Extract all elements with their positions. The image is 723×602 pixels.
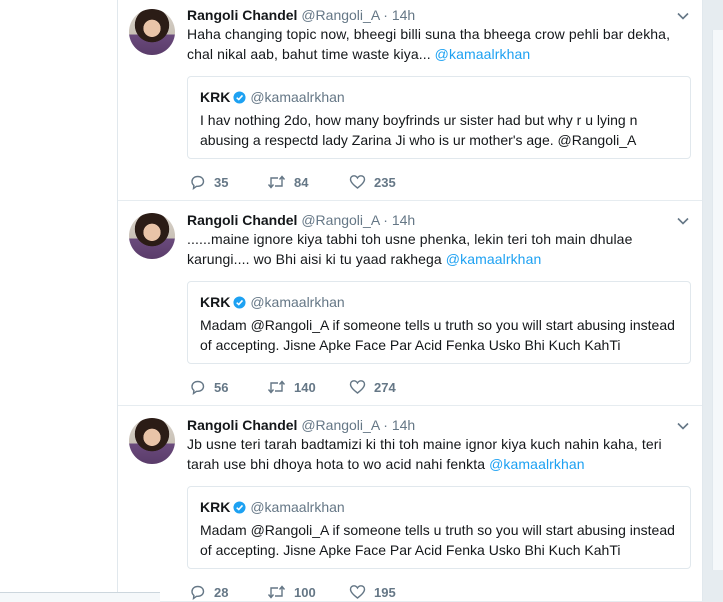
quoted-author-handle: @kamaalrkhan bbox=[250, 89, 345, 105]
reply-count: 56 bbox=[214, 380, 229, 395]
timestamp[interactable]: 14h bbox=[392, 417, 415, 433]
tweet-text-segment: Jb usne teri tarah badtamizi ki thi toh … bbox=[187, 436, 662, 452]
tweet-header: Rangoli Chandel @Rangoli_A · 14h bbox=[187, 6, 415, 24]
quoted-tweet[interactable]: KRK @kamaalrkhan Madam @Rangoli_A if some… bbox=[187, 486, 691, 569]
avatar[interactable] bbox=[129, 418, 175, 464]
right-sidebar-edge bbox=[712, 30, 723, 570]
quoted-text-line: abusing a respectd lady Zarina Ji who is… bbox=[200, 132, 637, 148]
tweet-text: Haha changing topic now, bheegi billi su… bbox=[187, 24, 677, 64]
quoted-tweet-header: KRK @kamaalrkhan bbox=[200, 293, 345, 311]
timeline: Rangoli Chandel @Rangoli_A · 14h Haha ch… bbox=[117, 0, 703, 601]
timestamp[interactable]: 14h bbox=[392, 7, 415, 23]
separator: · bbox=[383, 212, 388, 228]
chevron-down-icon[interactable] bbox=[676, 419, 690, 433]
quoted-text-line: of accepting. Jisne Apke Face Par Acid F… bbox=[200, 542, 621, 558]
author-handle[interactable]: @Rangoli_A bbox=[301, 212, 379, 228]
tweet-text-line: chal nikal aab, bahut time waste kiya...… bbox=[187, 44, 677, 64]
quoted-tweet[interactable]: KRK @kamaalrkhan I hav nothing 2do, how m… bbox=[187, 76, 691, 159]
tweet[interactable]: Rangoli Chandel @Rangoli_A · 14h ......m… bbox=[118, 200, 702, 406]
author-name[interactable]: Rangoli Chandel bbox=[187, 7, 297, 23]
like-button[interactable]: 195 bbox=[349, 584, 396, 601]
tweet-text-segment: ......maine ignore kiya tabhi toh usne p… bbox=[187, 231, 633, 247]
retweet-button[interactable]: 84 bbox=[267, 174, 308, 191]
reply-button[interactable]: 28 bbox=[189, 584, 228, 601]
like-button[interactable]: 274 bbox=[349, 379, 396, 396]
heart-icon bbox=[349, 585, 366, 599]
quoted-text-line: Madam @Rangoli_A if someone tells u trut… bbox=[200, 522, 675, 538]
like-count: 235 bbox=[374, 175, 396, 190]
verified-badge-icon bbox=[233, 296, 246, 309]
retweet-icon bbox=[267, 175, 286, 189]
like-button[interactable]: 235 bbox=[349, 174, 396, 191]
quoted-text-line: of accepting. Jisne Apke Face Par Acid F… bbox=[200, 337, 621, 353]
like-count: 195 bbox=[374, 585, 396, 600]
chevron-down-icon[interactable] bbox=[676, 214, 690, 228]
tweet-text-segment: Haha changing topic now, bheegi billi su… bbox=[187, 26, 671, 42]
tweet[interactable]: Rangoli Chandel @Rangoli_A · 14h Jb usne… bbox=[118, 405, 702, 601]
heart-icon bbox=[349, 380, 366, 394]
mention-link[interactable]: @kamaalrkhan bbox=[446, 251, 542, 267]
retweet-count: 100 bbox=[294, 585, 316, 600]
tweet-text: Jb usne teri tarah badtamizi ki thi toh … bbox=[187, 434, 687, 474]
reply-count: 35 bbox=[214, 175, 229, 190]
left-gutter bbox=[0, 0, 117, 601]
author-name[interactable]: Rangoli Chandel bbox=[187, 417, 297, 433]
quoted-tweet[interactable]: KRK @kamaalrkhan Madam @Rangoli_A if some… bbox=[187, 281, 691, 364]
reply-button[interactable]: 56 bbox=[189, 379, 228, 396]
separator: · bbox=[383, 417, 388, 433]
separator: · bbox=[383, 7, 388, 23]
tweet-text-line: Jb usne teri tarah badtamizi ki thi toh … bbox=[187, 434, 687, 454]
quoted-author-handle: @kamaalrkhan bbox=[250, 499, 345, 515]
verified-badge-icon bbox=[233, 91, 246, 104]
tweet-text-segment: tarah use bhi dhoya hota to wo acid nahi… bbox=[187, 456, 490, 472]
tweet-text-line: Haha changing topic now, bheegi billi su… bbox=[187, 24, 677, 44]
heart-icon bbox=[349, 175, 366, 189]
mention-link[interactable]: @kamaalrkhan bbox=[435, 46, 531, 62]
retweet-button[interactable]: 140 bbox=[267, 379, 316, 396]
retweet-icon bbox=[267, 585, 286, 599]
quoted-text-line: I hav nothing 2do, how many boyfrinds ur… bbox=[200, 112, 638, 128]
tweet-text-segment: chal nikal aab, bahut time waste kiya... bbox=[187, 46, 435, 62]
tweet-text-segment: karungi.... wo Bhi aisi ki tu yaad rakhe… bbox=[187, 251, 446, 267]
reply-icon bbox=[191, 585, 205, 601]
quoted-tweet-header: KRK @kamaalrkhan bbox=[200, 88, 345, 106]
quoted-tweet-header: KRK @kamaalrkhan bbox=[200, 498, 345, 516]
quoted-author-handle: @kamaalrkhan bbox=[250, 294, 345, 310]
avatar[interactable] bbox=[129, 213, 175, 259]
retweet-count: 84 bbox=[294, 175, 309, 190]
reply-icon bbox=[191, 175, 205, 191]
quoted-author-name: KRK bbox=[200, 89, 231, 105]
author-handle[interactable]: @Rangoli_A bbox=[301, 417, 379, 433]
chevron-down-icon[interactable] bbox=[676, 9, 690, 23]
reply-icon bbox=[191, 380, 205, 396]
reply-button[interactable]: 35 bbox=[189, 174, 228, 191]
retweet-count: 140 bbox=[294, 380, 316, 395]
timestamp[interactable]: 14h bbox=[392, 212, 415, 228]
quoted-tweet-text: Madam @Rangoli_A if someone tells u trut… bbox=[200, 520, 686, 560]
tweet-text-line: tarah use bhi dhoya hota to wo acid nahi… bbox=[187, 454, 687, 474]
tweet-text-line: ......maine ignore kiya tabhi toh usne p… bbox=[187, 229, 677, 249]
tweet-header: Rangoli Chandel @Rangoli_A · 14h bbox=[187, 211, 415, 229]
reply-count: 28 bbox=[214, 585, 229, 600]
quoted-author-name: KRK bbox=[200, 294, 231, 310]
mention-link[interactable]: @kamaalrkhan bbox=[489, 456, 585, 472]
author-handle[interactable]: @Rangoli_A bbox=[301, 7, 379, 23]
retweet-button[interactable]: 100 bbox=[267, 584, 316, 601]
quoted-tweet-text: Madam @Rangoli_A if someone tells u trut… bbox=[200, 315, 686, 355]
like-count: 274 bbox=[374, 380, 396, 395]
retweet-icon bbox=[267, 380, 286, 394]
avatar[interactable] bbox=[129, 9, 175, 55]
tweet-text: ......maine ignore kiya tabhi toh usne p… bbox=[187, 229, 677, 269]
tweet[interactable]: Rangoli Chandel @Rangoli_A · 14h Haha ch… bbox=[118, 0, 702, 201]
tweet-text-line: karungi.... wo Bhi aisi ki tu yaad rakhe… bbox=[187, 249, 677, 269]
quoted-text-line: Madam @Rangoli_A if someone tells u trut… bbox=[200, 317, 675, 333]
quoted-tweet-text: I hav nothing 2do, how many boyfrinds ur… bbox=[200, 110, 686, 150]
author-name[interactable]: Rangoli Chandel bbox=[187, 212, 297, 228]
tweet-header: Rangoli Chandel @Rangoli_A · 14h bbox=[187, 416, 415, 434]
verified-badge-icon bbox=[233, 501, 246, 514]
quoted-author-name: KRK bbox=[200, 499, 231, 515]
